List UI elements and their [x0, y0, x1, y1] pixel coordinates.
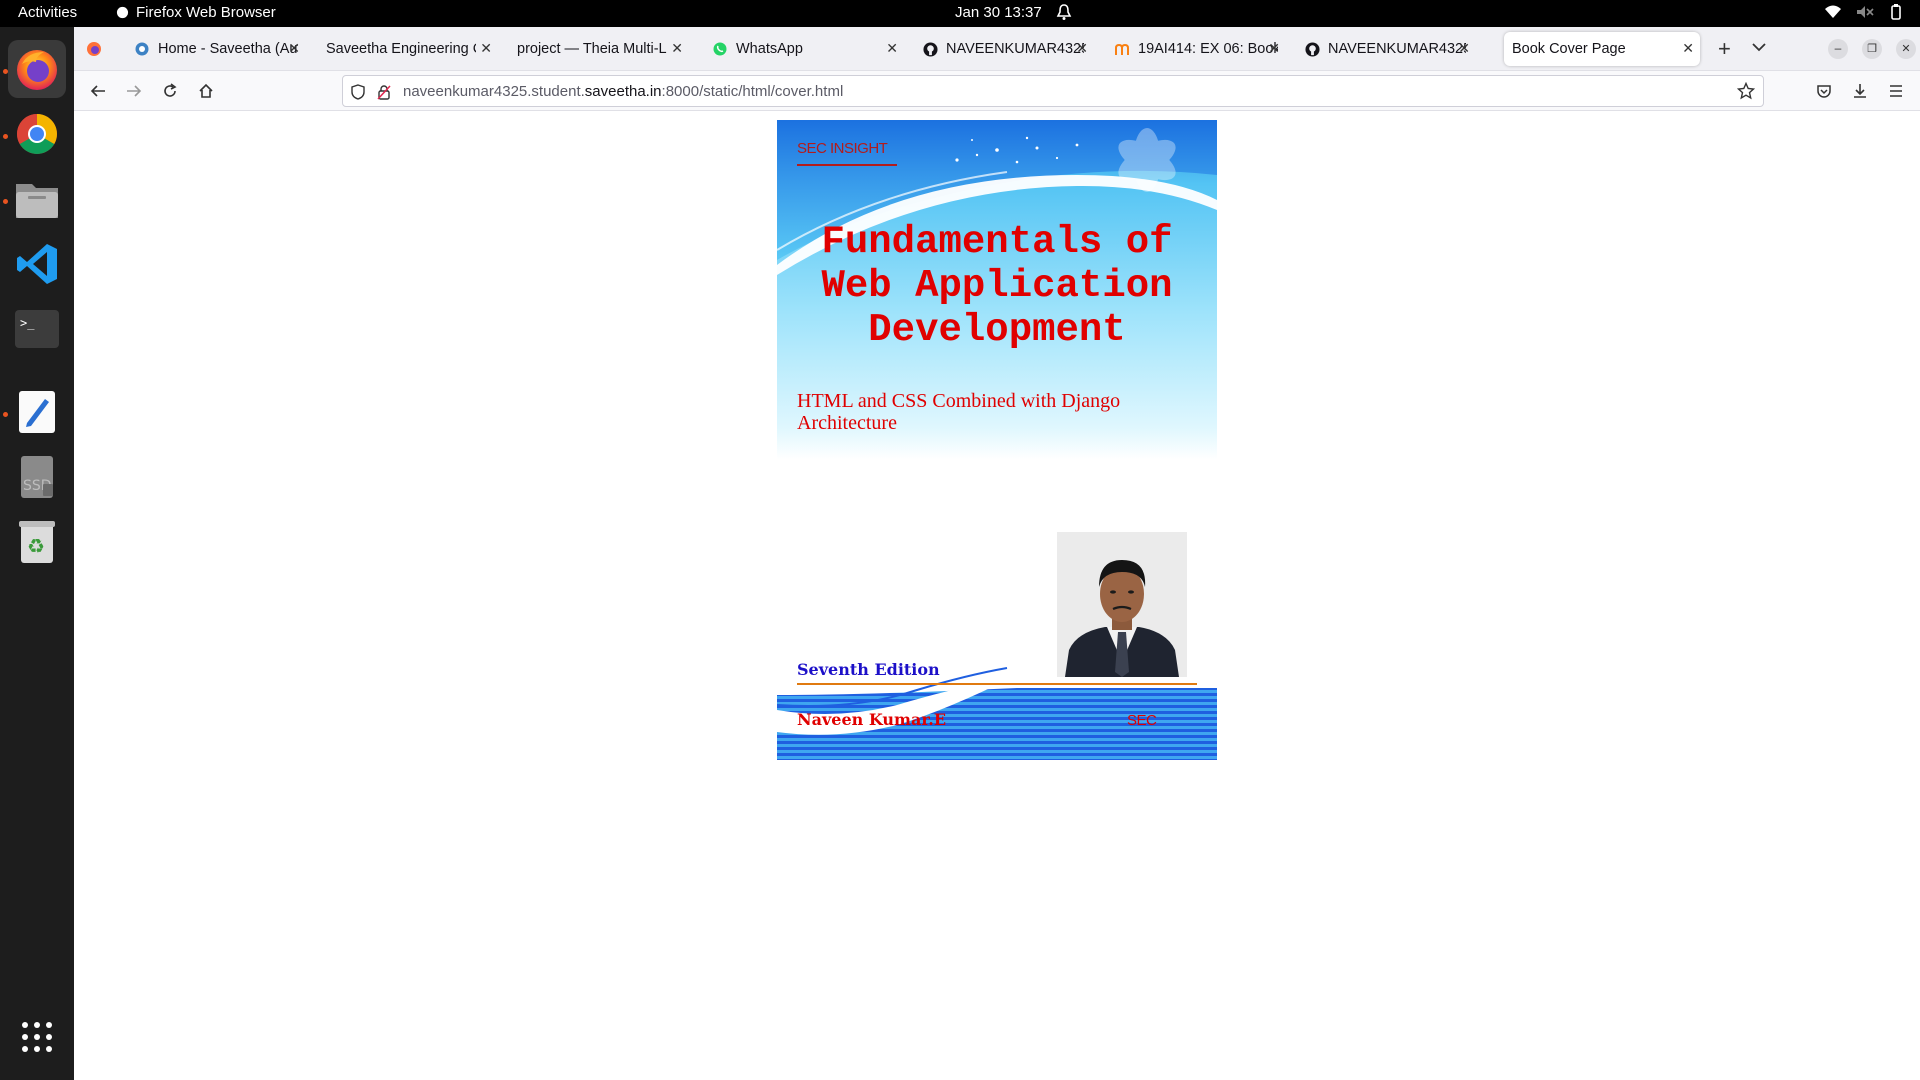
url-domain: saveetha.in: [584, 83, 662, 100]
dock-ssd-drive[interactable]: SSD: [8, 448, 66, 506]
power-icon: [1891, 4, 1901, 20]
system-top-bar: Activities Firefox Web Browser Jan 30 13…: [0, 0, 1920, 27]
publisher-label: SEC: [1127, 712, 1157, 729]
author-name: Naveen Kumar.E: [797, 710, 947, 729]
tracking-protection-shield-icon[interactable]: [351, 84, 365, 105]
book-subtitle: HTML and CSS Combined with Django Archit…: [797, 390, 1121, 434]
tab-book-exercise[interactable]: 19AI414: EX 06: Book ✕: [1106, 32, 1286, 66]
dock: >_ SSD ♻: [0, 27, 74, 1080]
downloads-icon[interactable]: [1848, 79, 1872, 103]
app-menu[interactable]: Firefox Web Browser: [116, 4, 276, 21]
trash-icon: ♻: [19, 521, 55, 563]
firefox-window: Home - Saveetha (Aut ✕ Saveetha Engineer…: [74, 27, 1920, 1080]
tab-github-2[interactable]: NAVEENKUMAR4325 ✕: [1296, 32, 1476, 66]
list-all-tabs-chevron-down-icon[interactable]: [1752, 39, 1766, 57]
dock-terminal[interactable]: >_: [8, 300, 66, 358]
bookmark-star-icon[interactable]: [1736, 81, 1756, 105]
chrome-icon: [17, 114, 57, 154]
hamburger-menu-icon[interactable]: [1884, 79, 1908, 103]
restore-button[interactable]: ❐: [1862, 39, 1882, 59]
text-editor-icon: [19, 391, 55, 433]
tab-bar: Home - Saveetha (Aut ✕ Saveetha Engineer…: [74, 27, 1920, 71]
github-icon: [1304, 41, 1320, 57]
vscode-icon: [17, 244, 57, 284]
brand-label: SEC INSIGHT: [797, 140, 888, 157]
tab-title: NAVEENKUMAR4325: [1328, 41, 1466, 57]
saveetha-icon: [134, 41, 150, 57]
tab-title: Home - Saveetha (Aut: [158, 41, 298, 57]
tab-github-1[interactable]: NAVEENKUMAR4325 ✕: [914, 32, 1094, 66]
dock-chrome[interactable]: [8, 105, 66, 163]
system-tray[interactable]: [1824, 4, 1904, 20]
title-line: Web Application: [821, 264, 1173, 308]
tab-saveetha-engineering[interactable]: Saveetha Engineering Co ✕: [318, 32, 498, 66]
page-content: SEC INSIGHT Fundamentals of Web Applicat…: [74, 112, 1920, 1080]
drive-icon: SSD: [21, 456, 53, 498]
pocket-icon[interactable]: [1812, 79, 1836, 103]
github-icon: [922, 41, 938, 57]
title-line: Development: [868, 308, 1126, 352]
close-icon[interactable]: ✕: [1682, 40, 1694, 57]
tab-title: 19AI414: EX 06: Book: [1138, 41, 1278, 57]
book-cover: SEC INSIGHT Fundamentals of Web Applicat…: [777, 120, 1217, 760]
tab-title: Book Cover Page: [1512, 41, 1626, 57]
dock-vscode[interactable]: [8, 235, 66, 293]
svg-text:>_: >_: [20, 316, 35, 330]
edition-rule: [797, 683, 1197, 685]
close-icon[interactable]: ✕: [1076, 40, 1088, 57]
tab-whatsapp[interactable]: WhatsApp ✕: [704, 32, 904, 66]
reload-icon[interactable]: [158, 79, 182, 103]
activities-button[interactable]: Activities: [18, 4, 77, 21]
tab-theia-project[interactable]: project — Theia Multi-La ✕: [509, 32, 689, 66]
forward-arrow-icon[interactable]: [122, 79, 146, 103]
tab-title: Saveetha Engineering Co: [326, 41, 476, 57]
tab-title: WhatsApp: [736, 41, 803, 57]
svg-text:♻: ♻: [27, 534, 45, 558]
close-icon[interactable]: ✕: [886, 40, 898, 57]
dock-trash[interactable]: ♻: [8, 513, 66, 571]
notification-bell-icon: [1056, 3, 1072, 25]
url-text[interactable]: naveenkumar4325.student.saveetha.in:8000…: [403, 83, 843, 100]
dock-text-editor[interactable]: [8, 383, 66, 441]
close-window-button[interactable]: ✕: [1896, 39, 1916, 59]
dock-files[interactable]: [8, 170, 66, 228]
tab-title: project — Theia Multi-La: [517, 41, 667, 57]
close-icon[interactable]: ✕: [288, 40, 300, 57]
firefox-view-icon[interactable]: [86, 41, 102, 62]
title-line: Fundamentals of: [821, 220, 1173, 264]
tab-book-cover-page[interactable]: Book Cover Page ✕: [1504, 32, 1700, 66]
close-icon[interactable]: ✕: [480, 40, 492, 57]
terminal-icon: >_: [15, 310, 59, 348]
moodle-icon: [1114, 41, 1130, 57]
edition-label: Seventh Edition: [797, 660, 940, 679]
insecure-lock-icon[interactable]: [377, 84, 391, 105]
author-photo: [1057, 532, 1187, 677]
dock-app-grid[interactable]: [8, 1008, 66, 1066]
navigation-toolbar: naveenkumar4325.student.saveetha.in:8000…: [74, 71, 1920, 111]
dock-firefox[interactable]: [8, 40, 66, 98]
book-title: Fundamentals of Web Application Developm…: [777, 220, 1217, 352]
new-tab-button[interactable]: +: [1718, 36, 1731, 62]
back-arrow-icon[interactable]: [86, 79, 110, 103]
files-icon: [16, 184, 58, 218]
url-bar[interactable]: naveenkumar4325.student.saveetha.in:8000…: [342, 75, 1764, 107]
firefox-icon: [17, 50, 57, 90]
close-icon[interactable]: ✕: [1268, 40, 1280, 57]
home-icon[interactable]: [194, 79, 218, 103]
close-icon[interactable]: ✕: [671, 40, 683, 57]
tab-title: NAVEENKUMAR4325: [946, 41, 1084, 57]
brand-underline: [797, 164, 897, 166]
wifi-icon: [1825, 5, 1841, 18]
url-prefix: naveenkumar4325.student.: [403, 83, 585, 100]
app-name-label: Firefox Web Browser: [136, 4, 276, 21]
url-suffix: :8000/static/html/cover.html: [661, 83, 844, 100]
clock[interactable]: Jan 30 13:37: [955, 4, 1042, 21]
minimize-button[interactable]: –: [1828, 39, 1848, 59]
tab-home-saveetha[interactable]: Home - Saveetha (Aut ✕: [126, 32, 306, 66]
firefox-small-icon: [116, 6, 129, 19]
whatsapp-icon: [712, 41, 728, 57]
volume-muted-icon: [1857, 6, 1874, 18]
app-grid-icon: [22, 1022, 52, 1052]
close-icon[interactable]: ✕: [1458, 40, 1470, 57]
